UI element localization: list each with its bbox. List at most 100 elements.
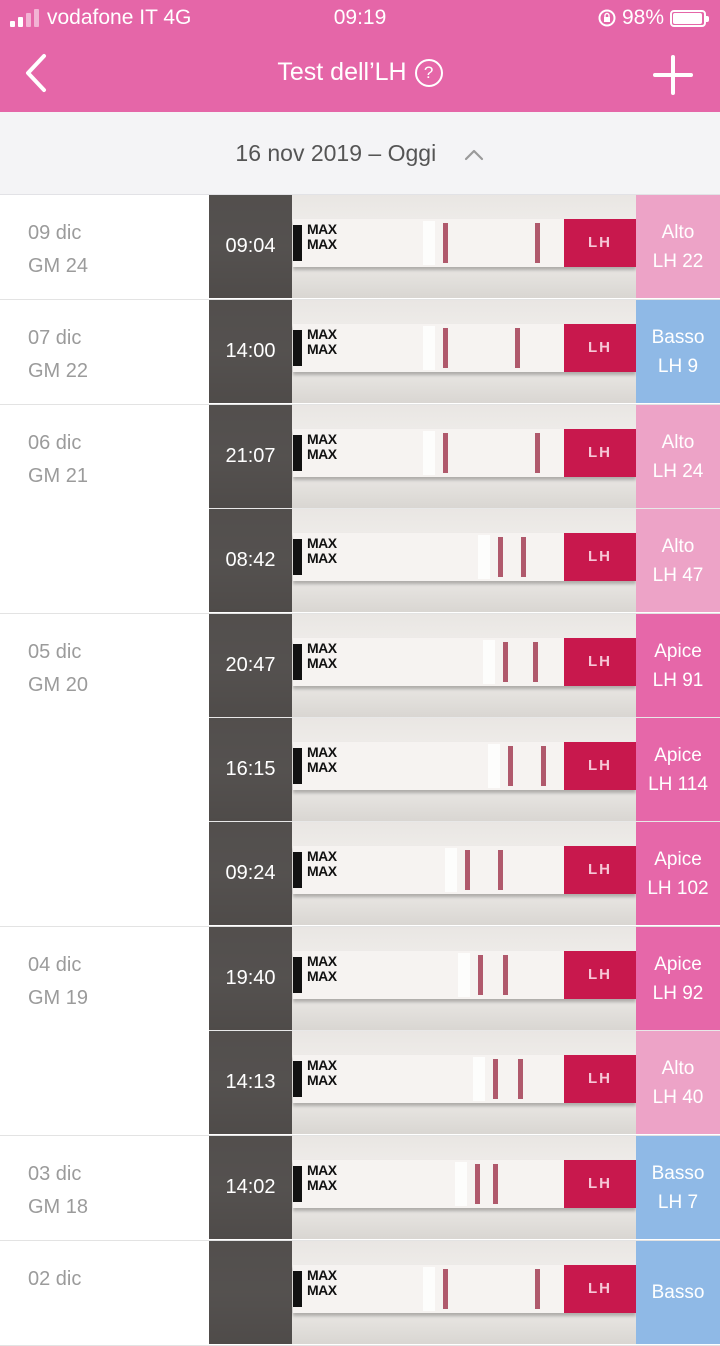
control-line — [478, 955, 483, 995]
status-right: 98% — [598, 6, 709, 30]
test-entry[interactable]: MAX MAX LH 20:47 Apice LH 91 — [209, 614, 720, 718]
day-date: 03 dic — [28, 1163, 82, 1185]
strip-max-label: MAX MAX — [307, 327, 337, 357]
strip-max-text: MAX — [307, 1282, 337, 1298]
test-strip-photo: MAX MAX LH 14:13 — [209, 1031, 636, 1134]
lh-value: LH 91 — [652, 669, 704, 691]
plus-icon — [653, 55, 693, 95]
strip-max-label: MAX MAX — [307, 536, 337, 566]
cycle-day: GM 21 — [28, 465, 89, 487]
lh-result-badge: Alto LH 47 — [636, 509, 720, 612]
help-icon[interactable]: ? — [414, 59, 443, 87]
control-line — [465, 850, 470, 890]
nav-bar: Test dell’LH? — [0, 36, 720, 112]
strip-max-text: MAX — [307, 1072, 337, 1088]
test-strip-photo: MAX MAX LH 09:04 — [209, 195, 636, 298]
test-time: 08:42 — [225, 549, 276, 571]
date-range-selector[interactable]: 16 nov 2019 – Oggi — [0, 112, 720, 195]
strip-brand-wrap: LH — [564, 846, 636, 894]
test-strip: MAX MAX LH — [293, 533, 636, 581]
lh-result-badge: Apice LH 102 — [636, 822, 720, 925]
chevron-up-icon — [464, 149, 483, 161]
strip-max-text: MAX — [307, 953, 337, 969]
test-strip: MAX MAX LH — [293, 951, 636, 999]
strip-handle-mark — [293, 1271, 302, 1307]
add-test-button[interactable] — [652, 54, 694, 96]
strip-brand-wrap: LH — [564, 219, 636, 267]
lh-result-badge: Basso LH 7 — [636, 1136, 720, 1239]
lh-level: Apice — [654, 953, 702, 975]
test-entry[interactable]: MAX MAX LH 14:02 Basso LH 7 — [209, 1136, 720, 1240]
day-date: 02 dic — [28, 1268, 82, 1290]
control-line — [443, 433, 448, 473]
strip-window — [483, 640, 495, 684]
day-group: 03 dic GM 18 MAX MAX LH 14:02 Basso LH 7 — [0, 1136, 720, 1241]
test-entry[interactable]: MAX MAX LH Basso — [209, 1241, 720, 1345]
strip-max-text: MAX — [307, 640, 337, 656]
day-label: 05 dic GM 20 — [28, 636, 88, 702]
strip-max-text: MAX — [307, 744, 337, 760]
control-line — [443, 223, 448, 263]
strip-handle-mark — [293, 330, 302, 366]
strip-brand-wrap: LH — [564, 324, 636, 372]
test-time: 14:02 — [225, 1176, 276, 1198]
test-line — [541, 746, 546, 786]
strip-brand-wrap: LH — [564, 638, 636, 686]
day-date: 09 dic — [28, 222, 82, 244]
day-date: 04 dic — [28, 954, 82, 976]
test-strip: MAX MAX LH — [293, 219, 636, 267]
date-range-label: 16 nov 2019 – Oggi — [235, 140, 437, 166]
day-group: 06 dic GM 21 MAX MAX LH 21:07 Alto LH 24… — [0, 405, 720, 614]
test-entry[interactable]: MAX MAX LH 09:24 Apice LH 102 — [209, 822, 720, 926]
strip-max-text: MAX — [307, 431, 337, 447]
strip-window — [458, 953, 470, 997]
test-strip: MAX MAX LH — [293, 1265, 636, 1313]
control-line — [443, 328, 448, 368]
test-entry[interactable]: MAX MAX LH 21:07 Alto LH 24 — [209, 405, 720, 509]
day-group: 09 dic GM 24 MAX MAX LH 09:04 Alto LH 22 — [0, 195, 720, 300]
test-time: 20:47 — [225, 654, 276, 676]
test-entry[interactable]: MAX MAX LH 08:42 Alto LH 47 — [209, 509, 720, 613]
test-strip: MAX MAX LH — [293, 1055, 636, 1103]
lh-result-badge: Alto LH 22 — [636, 195, 720, 298]
test-entry[interactable]: MAX MAX LH 09:04 Alto LH 22 — [209, 195, 720, 299]
strip-brand-wrap: LH — [564, 429, 636, 477]
test-line — [535, 1269, 540, 1309]
lh-result-badge: Apice LH 114 — [636, 718, 720, 821]
control-line — [508, 746, 513, 786]
strip-window — [488, 744, 500, 788]
test-strip-photo: MAX MAX LH 14:00 — [209, 300, 636, 403]
test-strip-photo: MAX MAX LH 19:40 — [209, 927, 636, 1030]
test-time: 09:04 — [225, 235, 276, 257]
test-entry[interactable]: MAX MAX LH 16:15 Apice LH 114 — [209, 718, 720, 822]
strip-window — [445, 848, 457, 892]
strip-max-label: MAX MAX — [307, 222, 337, 252]
test-line — [535, 223, 540, 263]
lh-level: Basso — [651, 1162, 705, 1184]
strip-max-text: MAX — [307, 535, 337, 551]
strip-max-label: MAX MAX — [307, 1058, 337, 1088]
strip-max-label: MAX MAX — [307, 641, 337, 671]
lh-level: Alto — [661, 1057, 695, 1079]
lh-result-badge: Apice LH 91 — [636, 614, 720, 717]
test-strip: MAX MAX LH — [293, 638, 636, 686]
page-title: Test dell’LH? — [0, 58, 720, 87]
control-line — [498, 537, 503, 577]
test-strip-photo: MAX MAX LH 08:42 — [209, 509, 636, 612]
control-line — [443, 1269, 448, 1309]
lh-value: LH 47 — [652, 564, 704, 586]
strip-max-text: MAX — [307, 759, 337, 775]
test-entry[interactable]: MAX MAX LH 14:00 Basso LH 9 — [209, 300, 720, 404]
lh-value: LH 22 — [652, 250, 704, 272]
day-label: 06 dic GM 21 — [28, 427, 88, 493]
control-line — [503, 642, 508, 682]
day-group: 04 dic GM 19 MAX MAX LH 19:40 Apice LH 9… — [0, 927, 720, 1136]
test-entry[interactable]: MAX MAX LH 14:13 Alto LH 40 — [209, 1031, 720, 1135]
cycle-day: GM 19 — [28, 987, 89, 1009]
strip-max-label: MAX MAX — [307, 1268, 337, 1298]
test-entry[interactable]: MAX MAX LH 19:40 Apice LH 92 — [209, 927, 720, 1031]
lh-value: LH 24 — [652, 460, 704, 482]
test-line — [503, 955, 508, 995]
lh-level: Alto — [661, 221, 695, 243]
test-strip-photo: MAX MAX LH 14:02 — [209, 1136, 636, 1239]
